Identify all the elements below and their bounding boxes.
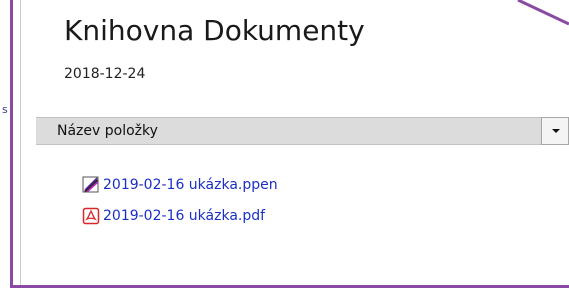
file-item-pdf[interactable]: 2019-02-16 ukázka.pdf xyxy=(82,206,278,226)
pen-drawing-icon xyxy=(82,176,100,194)
library-date: 2018-12-24 xyxy=(64,66,146,82)
file-name-link[interactable]: 2019-02-16 ukázka.ppen xyxy=(103,177,278,193)
column-header-label: Název položky xyxy=(57,123,158,139)
chevron-down-icon xyxy=(552,129,560,133)
column-header[interactable]: Název položky xyxy=(36,117,569,145)
edge-text-fragment: s xyxy=(2,103,8,116)
pdf-icon xyxy=(82,207,100,225)
sort-dropdown-button[interactable] xyxy=(541,117,569,145)
file-list: 2019-02-16 ukázka.ppen 2019-02-16 ukázka… xyxy=(82,175,278,237)
file-name-link[interactable]: 2019-02-16 ukázka.pdf xyxy=(103,208,265,224)
library-title: Knihovna Dokumenty xyxy=(64,14,365,47)
file-item-ppen[interactable]: 2019-02-16 ukázka.ppen xyxy=(82,175,278,195)
